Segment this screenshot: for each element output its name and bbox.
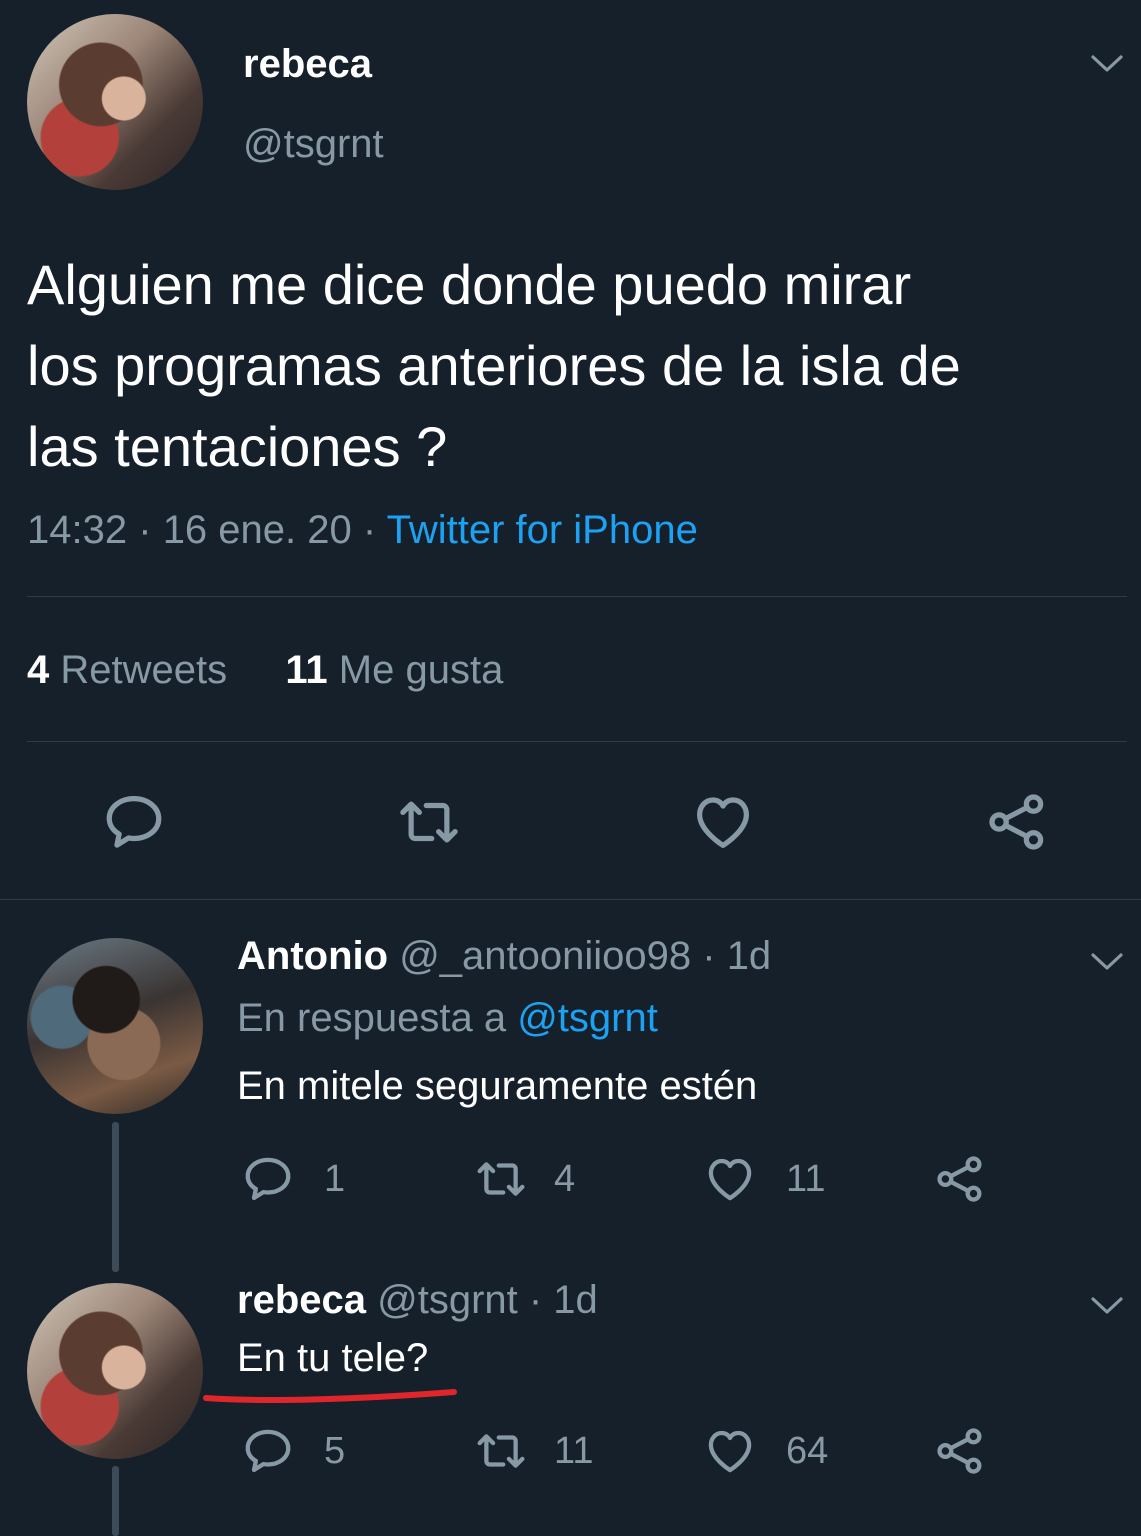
user-handle[interactable]: @_antooniioo98 · 1d (399, 934, 771, 978)
reply-icon[interactable] (101, 789, 167, 855)
reply-header: rebeca @tsgrnt · 1d (237, 1278, 598, 1323)
heart-icon[interactable] (703, 1424, 757, 1478)
tweet-text-line: las tentaciones ? (27, 415, 448, 478)
tweet-text: En mitele seguramente estén (237, 1064, 758, 1108)
divider (0, 899, 1141, 900)
avatar[interactable] (27, 1283, 203, 1459)
thread-line (112, 1466, 119, 1536)
display-name[interactable]: rebeca (237, 1278, 366, 1322)
retweet-icon[interactable] (472, 1152, 530, 1206)
share-icon[interactable] (933, 1152, 987, 1206)
reply-context: En respuesta a @tsgrnt (237, 996, 658, 1041)
retweet-count: 4 (554, 1158, 576, 1200)
user-handle[interactable]: @tsgrnt · 1d (377, 1278, 598, 1322)
avatar[interactable] (27, 14, 203, 190)
reply-to-label: En respuesta a (237, 996, 507, 1040)
like-count: 11 (786, 1158, 826, 1200)
meta-separator: · (362, 508, 377, 552)
retweet-count: 11 (554, 1430, 594, 1472)
tweet-time[interactable]: 14:32 (27, 508, 127, 552)
tweet-text: En tu tele? (237, 1336, 429, 1380)
tweet-text-line: los programas anteriores de la isla de (27, 334, 961, 397)
display-name[interactable]: Antonio (237, 934, 388, 978)
likes-count: 11 (285, 648, 328, 692)
chevron-down-icon[interactable] (1090, 1296, 1124, 1316)
tweet-date[interactable]: 16 ene. 20 (163, 508, 352, 552)
thread-line (112, 1122, 119, 1272)
engagement-stats: 4 Retweets 11 Me gusta (27, 648, 503, 693)
reply-header: Antonio @_antooniioo98 · 1d (237, 934, 771, 979)
reply-icon[interactable] (241, 1424, 295, 1478)
divider (27, 596, 1127, 597)
likes-label: Me gusta (338, 648, 504, 692)
heart-icon[interactable] (690, 789, 756, 855)
share-icon[interactable] (984, 789, 1050, 855)
reply-count: 5 (324, 1430, 346, 1472)
retweet-icon[interactable] (472, 1424, 530, 1478)
retweets-stat[interactable]: 4 Retweets (27, 648, 238, 692)
user-handle[interactable]: @tsgrnt (243, 122, 384, 167)
reply-count: 1 (324, 1158, 346, 1200)
tweet-text-line: Alguien me dice donde puedo mirar (27, 253, 912, 316)
chevron-down-icon[interactable] (1090, 54, 1124, 74)
retweet-icon[interactable] (394, 789, 464, 855)
chevron-down-icon[interactable] (1090, 952, 1124, 972)
like-count: 64 (786, 1430, 829, 1472)
red-underline-annotation (203, 1389, 457, 1403)
retweets-count: 4 (27, 648, 50, 692)
share-icon[interactable] (933, 1424, 987, 1478)
tweet-text: Alguien me dice donde puedo mirar los pr… (27, 244, 1127, 487)
retweets-label: Retweets (60, 648, 228, 692)
tweet-meta: 14:32 · 16 ene. 20 · Twitter for iPhone (27, 508, 698, 553)
reply-to-link[interactable]: @tsgrnt (517, 996, 658, 1040)
tweet-source-link[interactable]: Twitter for iPhone (387, 508, 698, 552)
meta-separator: · (138, 508, 152, 552)
avatar[interactable] (27, 938, 203, 1114)
divider (27, 741, 1127, 742)
heart-icon[interactable] (703, 1152, 757, 1206)
display-name[interactable]: rebeca (243, 42, 372, 87)
likes-stat[interactable]: 11 Me gusta (285, 648, 503, 692)
reply-icon[interactable] (241, 1152, 295, 1206)
